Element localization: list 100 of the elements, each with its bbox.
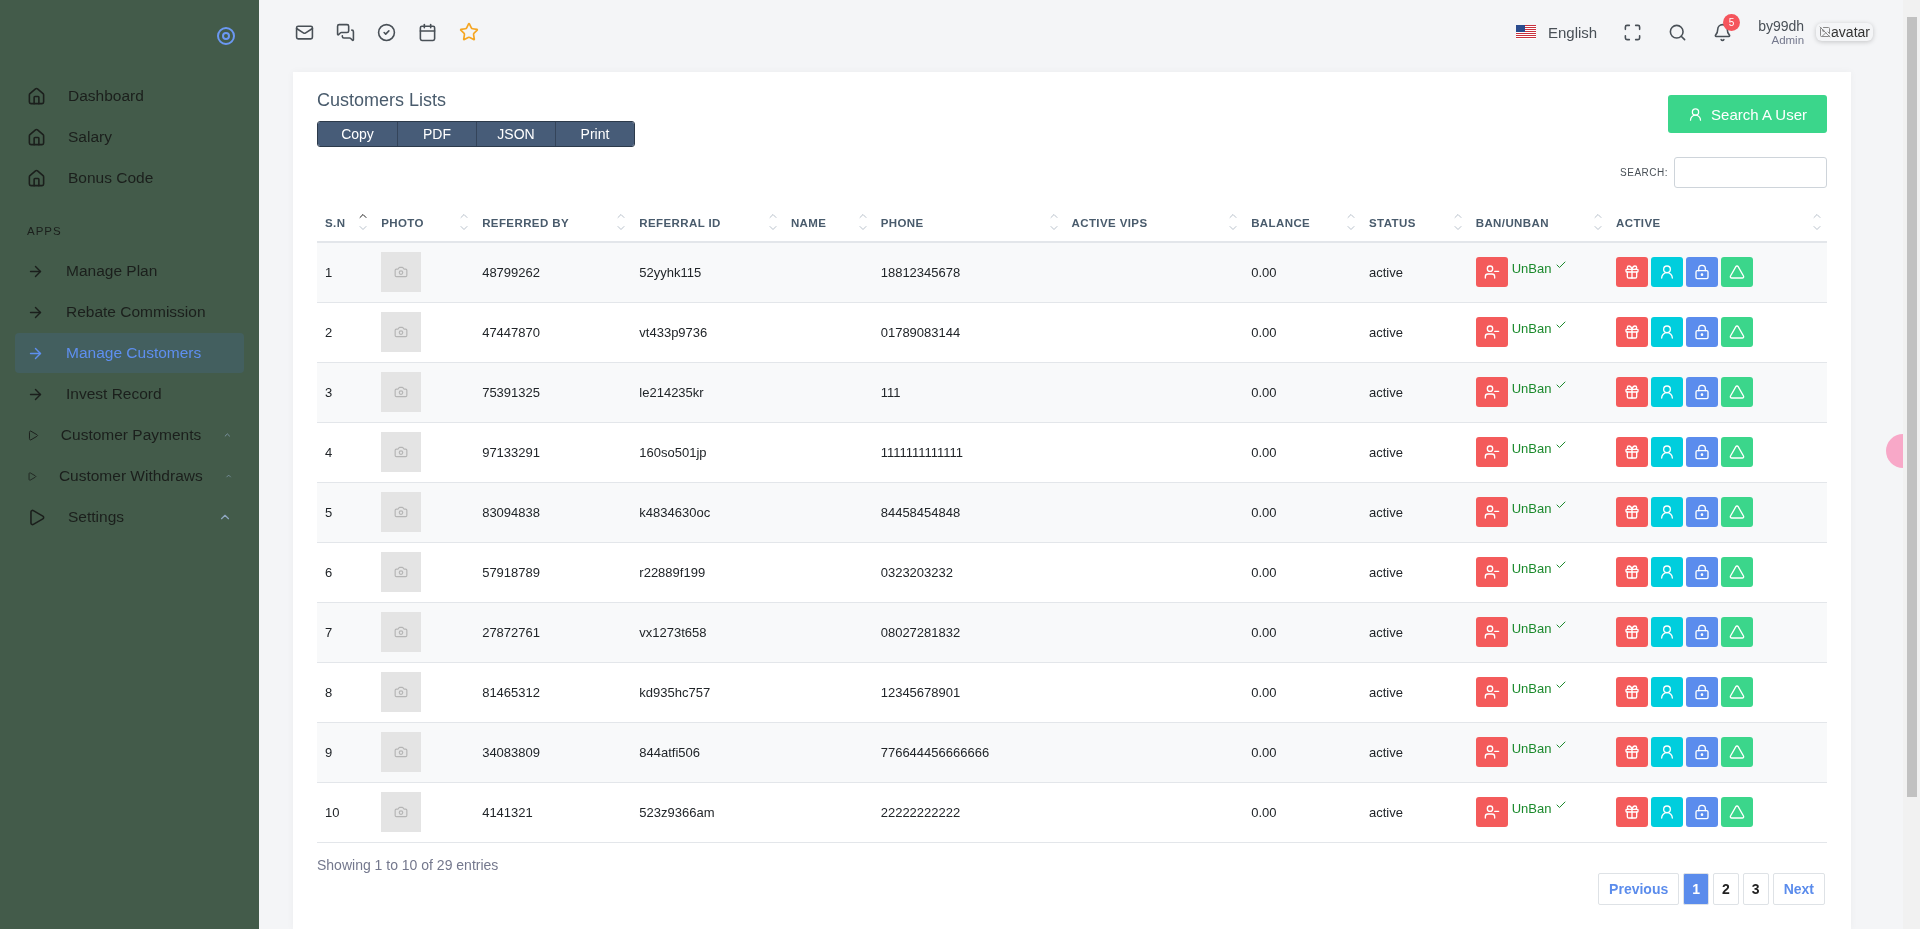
fullscreen-icon[interactable] [1623, 22, 1643, 42]
check-icon [1555, 619, 1568, 631]
unban-status: UnBan [1511, 501, 1552, 516]
gift-button[interactable] [1616, 377, 1648, 407]
ban-user-button[interactable] [1475, 377, 1508, 407]
triangle-button[interactable] [1721, 437, 1753, 467]
gift-button[interactable] [1616, 317, 1648, 347]
scrollbar[interactable] [1903, 0, 1920, 929]
gift-button[interactable] [1616, 557, 1648, 587]
triangle-button[interactable] [1721, 497, 1753, 527]
user-icon [1659, 384, 1675, 400]
lock-button[interactable] [1686, 257, 1718, 288]
calendar-icon[interactable] [418, 22, 437, 42]
user-icon [1659, 804, 1675, 820]
user-button[interactable] [1651, 497, 1683, 527]
gift-button[interactable] [1616, 437, 1648, 467]
table-cell: 0.00 [1251, 264, 1277, 280]
gift-icon [1624, 264, 1640, 281]
target-logo-icon[interactable] [216, 26, 236, 46]
lock-icon [1694, 684, 1710, 700]
lock-icon [1694, 744, 1710, 760]
gift-button[interactable] [1616, 617, 1648, 647]
user-minus-icon [1483, 804, 1500, 820]
chat-icon[interactable] [336, 22, 355, 42]
ban-user-button[interactable] [1475, 677, 1508, 707]
star-icon[interactable] [459, 22, 479, 42]
triangle-button[interactable] [1721, 677, 1753, 707]
ban-user-button[interactable] [1475, 617, 1508, 647]
user-button[interactable] [1651, 737, 1683, 767]
gift-button[interactable] [1616, 497, 1648, 527]
unban-status: UnBan [1511, 681, 1552, 696]
card-title: Customers Lists [317, 90, 448, 111]
table-cell: 01789083144 [880, 324, 961, 340]
user-button[interactable] [1651, 677, 1683, 707]
mail-icon[interactable] [295, 22, 314, 42]
gift-button[interactable] [1616, 257, 1648, 288]
page-button[interactable]: 3 [1742, 872, 1769, 905]
ban-user-button[interactable] [1475, 257, 1508, 288]
table-cell: vx1273t658 [639, 624, 707, 640]
gift-button[interactable] [1616, 737, 1648, 767]
ban-user-button[interactable] [1475, 317, 1508, 347]
user-button[interactable] [1651, 257, 1683, 288]
triangle-button[interactable] [1721, 317, 1753, 347]
broken-avatar-image[interactable]: avatar [1816, 23, 1873, 41]
user-button[interactable] [1651, 617, 1683, 647]
lock-button[interactable] [1686, 617, 1718, 647]
ban-user-button[interactable] [1475, 497, 1508, 527]
export-button[interactable]: Copy [318, 122, 397, 146]
flag-icon[interactable] [1515, 25, 1536, 39]
check-icon [1555, 739, 1568, 751]
export-button[interactable]: PDF [397, 122, 476, 146]
search-icon[interactable] [1668, 22, 1688, 42]
entries-info: Showing 1 to 10 of 29 entries [317, 856, 499, 873]
lock-button[interactable] [1686, 797, 1718, 827]
lock-button[interactable] [1686, 497, 1718, 527]
export-button[interactable]: Print [555, 122, 634, 146]
sidebar-section-heading: APPS [26, 224, 63, 239]
table-cell: active [1369, 684, 1403, 700]
home-icon [27, 86, 46, 106]
ban-user-button[interactable] [1475, 437, 1508, 467]
table-cell: 160so501jp [639, 444, 707, 460]
ban-user-button[interactable] [1475, 737, 1508, 767]
triangle-icon [1729, 624, 1745, 640]
user-button[interactable] [1651, 377, 1683, 407]
lock-button[interactable] [1686, 557, 1718, 587]
unban-status: UnBan [1511, 741, 1552, 756]
table-cell: active [1369, 564, 1403, 580]
gift-button[interactable] [1616, 677, 1648, 707]
triangle-button[interactable] [1721, 797, 1753, 827]
gift-icon [1624, 744, 1640, 760]
language-selector[interactable]: English [1547, 23, 1598, 41]
camera-icon [394, 445, 409, 459]
user-minus-icon [1483, 624, 1500, 640]
user-button[interactable] [1651, 437, 1683, 467]
triangle-button[interactable] [1721, 737, 1753, 767]
table-cell: 27872761 [482, 624, 540, 640]
user-button[interactable] [1651, 797, 1683, 827]
check-circle-icon[interactable] [377, 22, 396, 42]
ban-user-button[interactable] [1475, 557, 1508, 587]
table-cell: 0.00 [1251, 444, 1277, 460]
triangle-button[interactable] [1721, 557, 1753, 587]
lock-button[interactable] [1686, 737, 1718, 767]
user-button[interactable] [1651, 557, 1683, 587]
lock-icon [1694, 804, 1710, 820]
search-field[interactable] [1674, 157, 1827, 188]
triangle-button[interactable] [1721, 617, 1753, 647]
lock-button[interactable] [1686, 677, 1718, 707]
triangle-button[interactable] [1721, 257, 1753, 288]
triangle-button[interactable] [1721, 377, 1753, 407]
export-button[interactable]: JSON [476, 122, 555, 146]
user-icon [1659, 564, 1675, 580]
page-button[interactable]: 2 [1713, 872, 1739, 905]
user-minus-icon [1483, 684, 1500, 700]
gift-button[interactable] [1616, 797, 1648, 827]
ban-user-button[interactable] [1475, 797, 1508, 827]
lock-button[interactable] [1686, 437, 1718, 467]
lock-button[interactable] [1686, 317, 1718, 347]
user-button[interactable] [1651, 317, 1683, 347]
lock-button[interactable] [1686, 377, 1718, 407]
home-icon [27, 168, 46, 188]
